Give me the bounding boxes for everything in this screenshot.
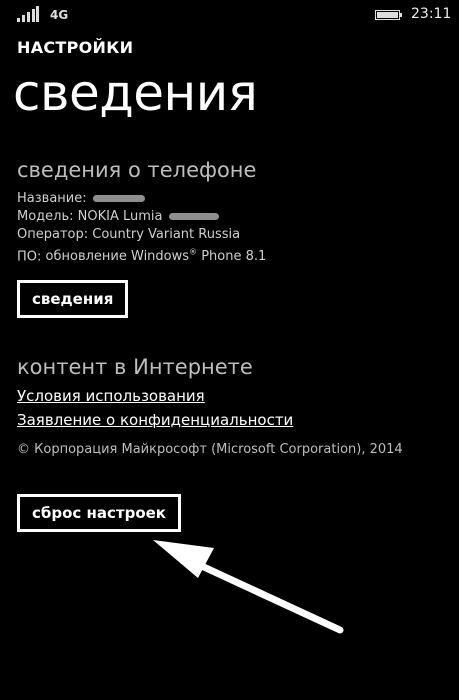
battery-icon <box>375 10 402 20</box>
phone-operator-value: Country Variant Russia <box>92 227 241 242</box>
phone-model-label: Модель: <box>17 209 74 224</box>
network-type-label: 4G <box>50 8 69 22</box>
phone-info-list: Название: Модель: NOKIA Lumia Оператор: … <box>17 190 266 266</box>
phone-software-value: обновление Windows® Phone 8.1 <box>45 248 267 265</box>
status-clock: 23:11 <box>411 6 452 22</box>
software-value-suffix: Phone 8.1 <box>201 249 267 265</box>
internet-content-heading: контент в Интернете <box>17 355 253 379</box>
reset-settings-button[interactable]: сброс настроек <box>17 494 181 532</box>
app-title: НАСТРОЙКИ <box>17 38 134 57</box>
software-value-reg: ® <box>189 248 198 257</box>
about-phone-button[interactable]: сведения <box>17 280 129 318</box>
terms-of-use-link[interactable]: Условия использования <box>17 387 205 405</box>
phone-operator-label: Оператор: <box>17 227 89 242</box>
status-bar: 4G 23:11 <box>0 0 459 30</box>
redacted-model-number <box>168 213 219 220</box>
redacted-phone-name <box>92 195 145 202</box>
software-value-prefix: обновление Windows <box>45 249 190 265</box>
phone-operator-row: Оператор: Country Variant Russia <box>17 226 266 244</box>
phone-name-row: Название: <box>17 190 266 208</box>
copyright-text: © Корпорация Майкрософт (Microsoft Corpo… <box>17 442 403 457</box>
phone-name-label: Название: <box>17 191 87 206</box>
signal-bars-icon <box>17 6 39 22</box>
phone-info-heading: сведения о телефоне <box>17 158 257 182</box>
phone-software-label: ПО: <box>17 249 42 265</box>
phone-model-value: NOKIA Lumia <box>77 209 163 224</box>
page-title: сведения <box>13 64 258 122</box>
privacy-statement-link[interactable]: Заявление о конфиденциальности <box>17 411 293 429</box>
phone-model-row: Модель: NOKIA Lumia <box>17 208 266 226</box>
phone-software-row: ПО: обновление Windows® Phone 8.1 <box>17 244 266 266</box>
